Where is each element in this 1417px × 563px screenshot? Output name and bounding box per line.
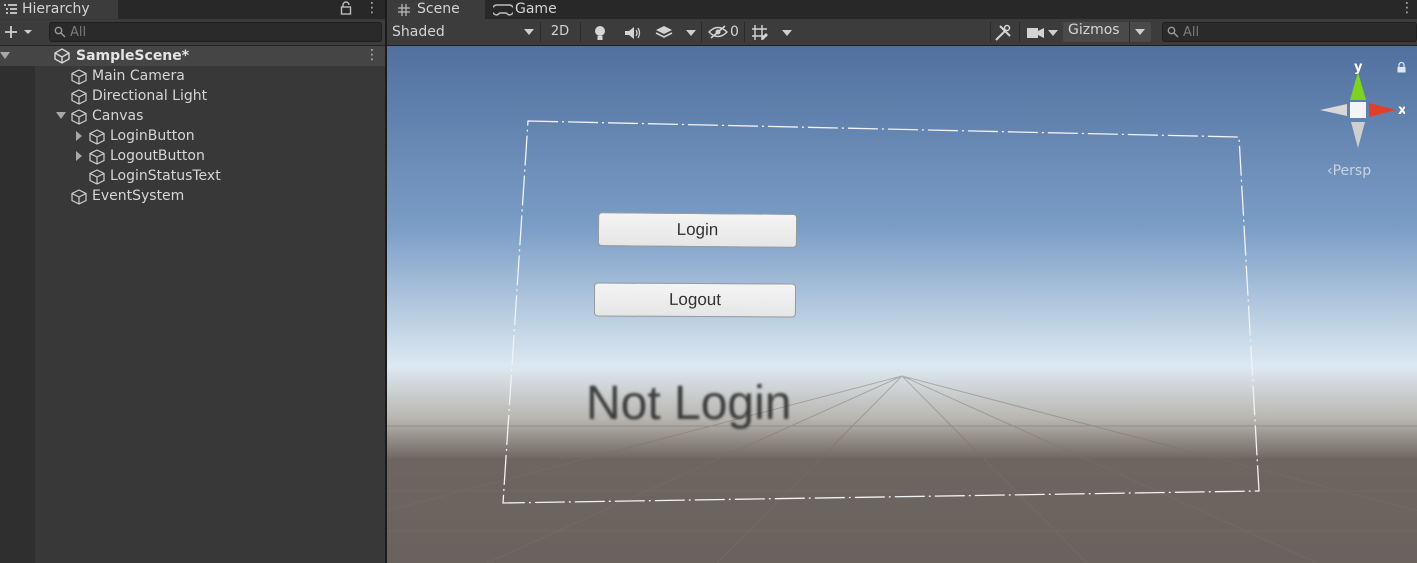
tree-row-login-status-text[interactable]: LoginStatusText	[0, 166, 385, 186]
expanded-arrow-icon[interactable]	[0, 51, 10, 61]
more-options-icon[interactable]: ⋮	[365, 0, 379, 17]
list-icon	[4, 4, 17, 14]
scene-more-options-icon[interactable]: ⋮	[1400, 0, 1414, 17]
hierarchy-toolbar	[0, 20, 385, 46]
unity-scene-icon	[54, 48, 70, 64]
gameobject-cube-icon	[71, 69, 87, 85]
gizmo-lock-icon[interactable]	[1397, 62, 1406, 73]
gizmos-dropdown[interactable]: Gizmos	[1063, 22, 1151, 42]
hierarchy-tab[interactable]: Hierarchy	[0, 0, 118, 19]
tree-row-canvas[interactable]: Canvas	[0, 106, 385, 126]
tab-scene[interactable]: Scene	[387, 0, 485, 19]
tools-icon[interactable]	[994, 24, 1012, 42]
gameobject-cube-icon	[71, 189, 87, 205]
gizmo-neg-y-axis[interactable]	[1351, 122, 1365, 148]
gameobject-cube-icon	[89, 149, 105, 165]
lightbulb-icon[interactable]	[593, 25, 607, 41]
scene-viewport[interactable]: Login Logout Not Login y x ‹Persp	[387, 46, 1417, 563]
gizmo-y-label: y	[1354, 60, 1363, 75]
tree-item-label: LoginStatusText	[110, 168, 221, 184]
hierarchy-tab-label: Hierarchy	[22, 1, 90, 17]
search-icon	[1167, 26, 1179, 38]
scene-tabstrip: Scene Game ⋮	[387, 0, 1417, 19]
tree-row-scene[interactable]: SampleScene* ⋮	[0, 46, 385, 66]
scene-search[interactable]	[1162, 22, 1417, 42]
orientation-gizmo[interactable]: y x	[1315, 60, 1405, 160]
scene-more-icon[interactable]: ⋮	[365, 47, 379, 64]
tree-row-main-camera[interactable]: Main Camera	[0, 66, 385, 86]
gameobject-cube-icon	[89, 129, 105, 145]
hierarchy-tree: SampleScene* ⋮ Main Camera Directional L…	[0, 46, 385, 563]
search-icon	[54, 26, 66, 38]
chevron-down-icon[interactable]	[686, 30, 696, 36]
chevron-down-icon[interactable]	[782, 30, 792, 36]
tab-game[interactable]: Game	[487, 0, 567, 19]
hidden-objects-eye-icon[interactable]	[708, 25, 728, 39]
hierarchy-search-input[interactable]	[70, 23, 352, 41]
toggle-2d-button[interactable]: 2D	[545, 22, 575, 42]
tree-row-directional-light[interactable]: Directional Light	[0, 86, 385, 106]
audio-icon[interactable]	[624, 26, 642, 40]
tab-game-label: Game	[515, 1, 557, 17]
tree-row-logout-button[interactable]: LogoutButton	[0, 146, 385, 166]
shading-mode-dropdown[interactable]: Shaded	[392, 22, 537, 42]
projection-toggle[interactable]: ‹Persp	[1327, 163, 1371, 179]
login-ui-button[interactable]: Login	[597, 212, 798, 248]
scene-background	[387, 46, 1417, 563]
login-status-text: Not Login	[586, 377, 792, 430]
tree-item-label: LogoutButton	[110, 148, 205, 164]
tree-item-label: EventSystem	[92, 188, 185, 204]
chevron-down-icon	[1135, 29, 1145, 35]
expanded-arrow-icon[interactable]	[56, 111, 66, 121]
gizmo-y-axis[interactable]	[1350, 72, 1366, 100]
gizmo-x-label: x	[1398, 103, 1405, 118]
grid-snap-icon[interactable]	[751, 24, 769, 42]
create-button[interactable]	[2, 22, 36, 42]
tab-scene-label: Scene	[417, 1, 460, 17]
tree-item-label: Canvas	[92, 108, 144, 124]
gameobject-cube-icon	[71, 89, 87, 105]
gizmo-x-axis[interactable]	[1369, 103, 1396, 117]
tree-item-label: Directional Light	[92, 88, 208, 104]
scene-toolbar: Shaded 2D 0 Gizmos	[387, 19, 1417, 46]
lock-icon[interactable]	[340, 1, 352, 15]
gameobject-cube-icon	[89, 169, 105, 185]
shading-mode-value: Shaded	[392, 24, 445, 40]
gamepad-icon	[493, 4, 513, 16]
gizmo-neg-x-axis[interactable]	[1320, 104, 1347, 116]
hidden-objects-count: 0	[730, 24, 739, 40]
tree-row-event-system[interactable]: EventSystem	[0, 186, 385, 206]
hierarchy-tabstrip: Hierarchy ⋮	[0, 0, 385, 19]
collapsed-arrow-icon[interactable]	[74, 131, 84, 141]
hierarchy-panel: Hierarchy ⋮ SampleS	[0, 0, 385, 563]
tree-item-label: LoginButton	[110, 128, 195, 144]
chevron-down-icon[interactable]	[1048, 30, 1058, 36]
collapsed-arrow-icon[interactable]	[74, 151, 84, 161]
gizmo-center-cube[interactable]	[1350, 102, 1366, 118]
gizmos-label: Gizmos	[1068, 22, 1120, 38]
tree-row-login-button[interactable]: LoginButton	[0, 126, 385, 146]
chevron-down-icon	[524, 29, 534, 35]
gameobject-cube-icon	[71, 109, 87, 125]
scene-panel: Scene Game ⋮ Shaded 2D 0 Gizmos All Logi…	[387, 0, 1417, 563]
scene-name: SampleScene*	[76, 48, 190, 64]
grid-icon	[398, 4, 410, 16]
camera-icon[interactable]	[1027, 27, 1045, 39]
hierarchy-search[interactable]	[49, 22, 382, 42]
effects-layers-icon[interactable]	[655, 24, 673, 40]
logout-ui-button[interactable]: Logout	[593, 282, 797, 318]
scene-search-input[interactable]	[1183, 23, 1399, 41]
tree-item-label: Main Camera	[92, 68, 185, 84]
